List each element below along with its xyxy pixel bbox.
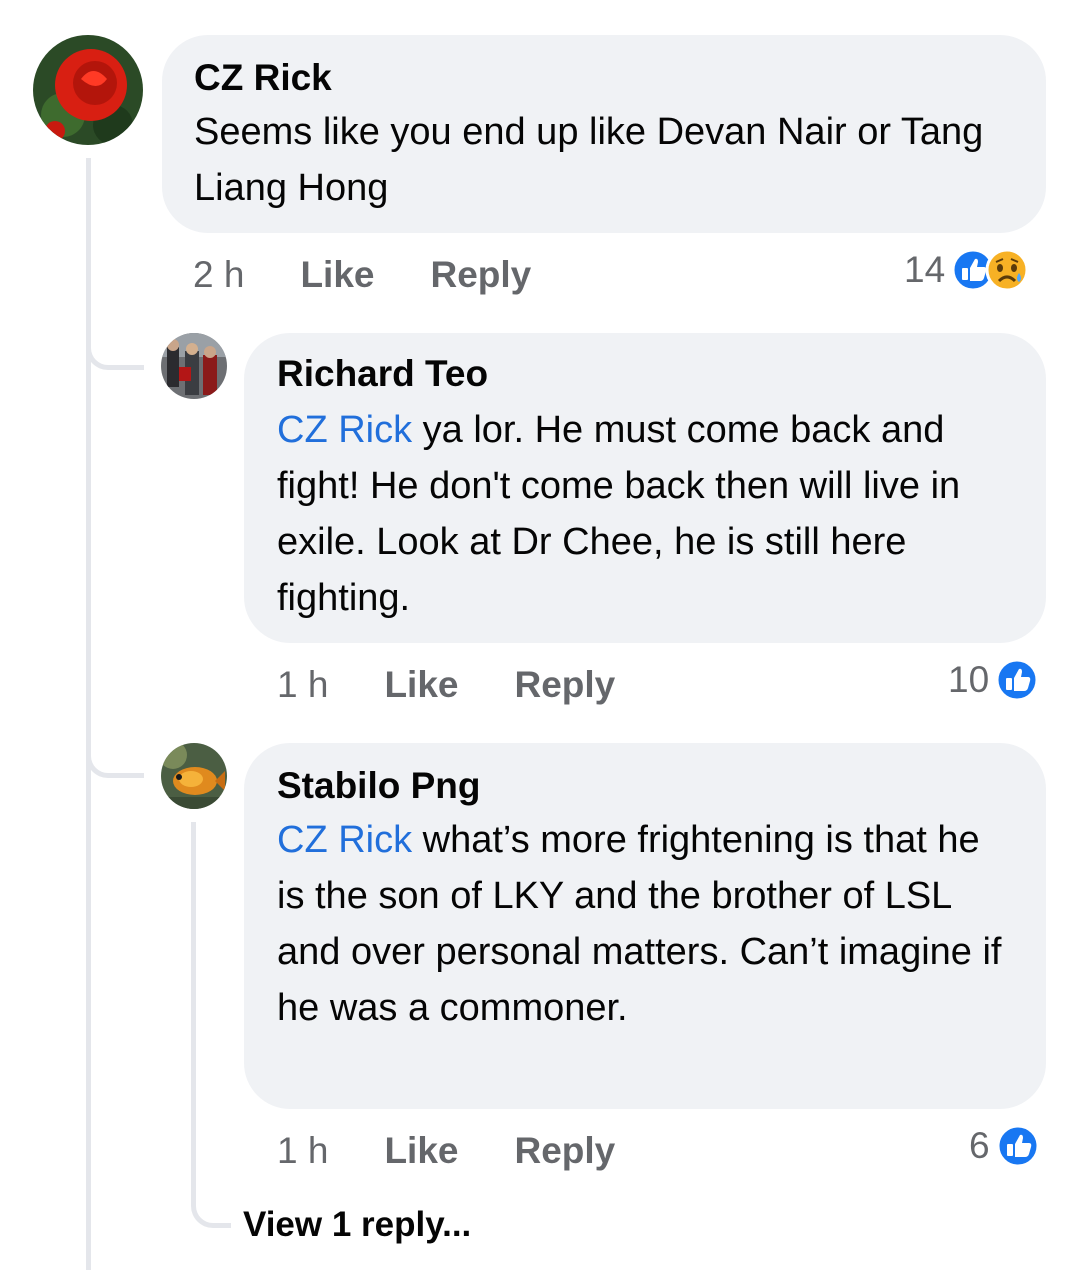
comment-bubble-cz-rick: CZ Rick Seems like you end up like Devan…: [162, 35, 1046, 233]
comment-text: CZ Rick what’s more frightening is that …: [277, 812, 1016, 1036]
reaction-count: 6: [969, 1125, 990, 1166]
comment-author[interactable]: Stabilo Png: [277, 763, 1016, 809]
like-button[interactable]: Like: [384, 664, 458, 706]
reply-button[interactable]: Reply: [514, 664, 615, 706]
like-button[interactable]: Like: [300, 254, 374, 296]
comment-actions: 2 h Like Reply: [193, 252, 587, 298]
reaction-count: 10: [948, 659, 990, 700]
reaction-count: 14: [904, 249, 946, 290]
like-icon: [996, 1124, 1040, 1168]
view-replies-connector: [191, 1178, 231, 1228]
mention-link[interactable]: CZ Rick: [277, 409, 412, 451]
reaction-summary[interactable]: 10: [948, 658, 1039, 702]
comment-text: CZ Rick ya lor. He must come back and fi…: [277, 402, 1016, 626]
comment-actions: 1 h Like Reply: [277, 662, 671, 708]
reply-connector-2: [86, 728, 144, 778]
avatar-cz-rick[interactable]: [33, 35, 143, 145]
avatar-richard-teo[interactable]: [161, 333, 227, 399]
like-button[interactable]: Like: [384, 1130, 458, 1172]
comment-time[interactable]: 2 h: [193, 254, 244, 296]
comment-actions: 1 h Like Reply: [277, 1128, 671, 1174]
comment-author[interactable]: CZ Rick: [194, 55, 1016, 101]
thread-line-nested: [191, 822, 196, 1182]
comment-bubble-richard-teo: Richard Teo CZ Rick ya lor. He must come…: [244, 333, 1046, 643]
comment-bubble-stabilo-png: Stabilo Png CZ Rick what’s more frighten…: [244, 743, 1046, 1109]
sad-icon: [985, 248, 1029, 292]
avatar-stabilo-png[interactable]: [161, 743, 227, 809]
comment-text: Seems like you end up like Devan Nair or…: [194, 111, 984, 209]
comment-time[interactable]: 1 h: [277, 664, 328, 706]
view-replies-link[interactable]: View 1 reply...: [243, 1205, 471, 1245]
reply-button[interactable]: Reply: [430, 254, 531, 296]
reply-button[interactable]: Reply: [514, 1130, 615, 1172]
like-icon: [995, 658, 1039, 702]
comment-author[interactable]: Richard Teo: [277, 351, 1016, 397]
reaction-summary[interactable]: 6: [969, 1124, 1040, 1168]
reply-connector-1: [86, 320, 144, 370]
mention-link[interactable]: CZ Rick: [277, 819, 412, 861]
reaction-summary[interactable]: 14: [904, 248, 1029, 292]
comment-time[interactable]: 1 h: [277, 1130, 328, 1172]
